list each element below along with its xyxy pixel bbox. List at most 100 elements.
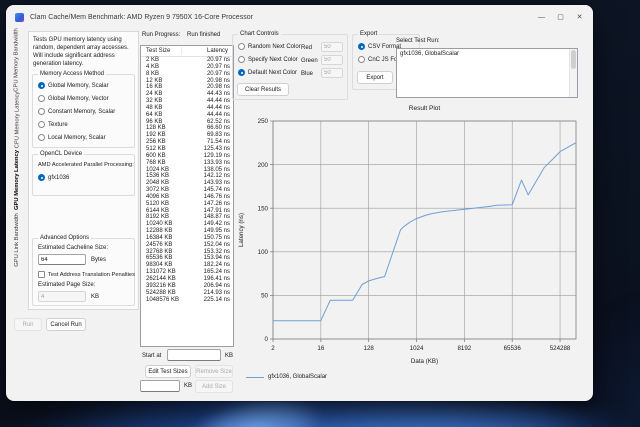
cell-test-size: 4 KB <box>146 63 160 70</box>
table-row[interactable]: 98304 KB 182.24 ns <box>141 262 233 269</box>
table-row[interactable]: 96 KB 62.52 ns <box>141 119 233 126</box>
table-row[interactable]: 3072 KB 145.74 ns <box>141 187 233 194</box>
tab-cpu-memory-bandwidth[interactable]: CPU Memory Bandwidth <box>8 28 26 91</box>
minimize-button[interactable]: — <box>532 5 551 29</box>
cell-latency: 44.44 ns <box>206 111 230 118</box>
x-tick-label: 2 <box>271 345 275 352</box>
cacheline-size-label: Estimated Cacheline Size: <box>38 245 109 251</box>
table-row[interactable]: 24 KB 44.43 ns <box>141 91 233 98</box>
table-row[interactable]: 6144 KB 147.91 ns <box>141 208 233 215</box>
cell-latency: 125.43 ns <box>203 145 230 152</box>
red-input <box>321 42 343 52</box>
col-test-size[interactable]: Test Size <box>146 48 170 54</box>
close-button[interactable]: ✕ <box>570 5 589 29</box>
cell-latency: 152.04 ns <box>203 241 230 248</box>
table-row[interactable]: 10240 KB 149.42 ns <box>141 221 233 228</box>
cell-test-size: 2048 KB <box>146 180 170 187</box>
cell-latency: 62.52 ns <box>206 118 230 125</box>
translation-penalties-checkbox[interactable]: Test Address Translation Penalties <box>38 271 135 278</box>
cell-test-size: 128 KB <box>146 125 166 132</box>
table-row[interactable]: 262144 KB 196.41 ns <box>141 276 233 283</box>
clear-results-button[interactable]: Clear Results <box>237 83 289 96</box>
scrollbar-thumb[interactable] <box>571 50 576 70</box>
y-tick-label: 50 <box>261 293 268 300</box>
tab-cpu-memory-latency[interactable]: CPU Memory Latency <box>8 90 26 150</box>
radio-constant-memory-scalar[interactable]: Constant Memory, Scalar <box>38 108 115 115</box>
tab-label: GPU Link Bandwidth <box>14 213 20 267</box>
x-tick-label: 1024 <box>410 345 424 352</box>
cell-test-size: 16384 KB <box>146 234 173 241</box>
tab-gpu-memory-latency[interactable]: GPU Memory Latency <box>8 150 26 210</box>
cacheline-size-input[interactable] <box>38 254 86 265</box>
test-run-listbox[interactable]: gfx1036, GlobalScalar <box>396 48 578 98</box>
table-row[interactable]: 768 KB 133.93 ns <box>141 160 233 167</box>
table-row[interactable]: 2 KB 20.97 ns <box>141 57 233 64</box>
radio-global-memory-vector[interactable]: Global Memory, Vector <box>38 95 109 102</box>
table-row[interactable]: 5120 KB 147.26 ns <box>141 201 233 208</box>
table-row[interactable]: 4 KB 20.97 ns <box>141 64 233 71</box>
run-button[interactable]: Run <box>14 318 42 331</box>
table-row[interactable]: 192 KB 69.83 ns <box>141 132 233 139</box>
start-at-input[interactable] <box>167 349 221 361</box>
table-row[interactable]: 1024 KB 138.05 ns <box>141 167 233 174</box>
table-row[interactable]: 32 KB 44.44 ns <box>141 98 233 105</box>
table-row[interactable]: 512 KB 125.43 ns <box>141 146 233 153</box>
cancel-run-button[interactable]: Cancel Run <box>46 318 86 331</box>
radio-gfx1036[interactable]: gfx1036 <box>38 174 69 181</box>
plot-border <box>272 120 577 340</box>
radio-local-memory-scalar[interactable]: Local Memory, Scalar <box>38 134 106 141</box>
table-row[interactable]: 131072 KB 165.24 ns <box>141 269 233 276</box>
table-row[interactable]: 24576 KB 152.04 ns <box>141 242 233 249</box>
table-row[interactable]: 1048576 KB 225.14 ns <box>141 297 233 304</box>
table-row[interactable]: 8192 KB 148.87 ns <box>141 214 233 221</box>
table-row[interactable]: 256 KB 71.54 ns <box>141 139 233 146</box>
table-row[interactable]: 64 KB 44.44 ns <box>141 112 233 119</box>
cell-latency: 142.12 ns <box>203 173 230 180</box>
table-row[interactable]: 128 KB 66.60 ns <box>141 125 233 132</box>
cell-test-size: 131072 KB <box>146 269 176 276</box>
table-row[interactable]: 8 KB 20.97 ns <box>141 71 233 78</box>
radio-default-next-color[interactable]: Default Next Color <box>238 69 297 76</box>
radio-icon <box>238 43 245 50</box>
cell-latency: 133.93 ns <box>203 159 230 166</box>
cell-test-size: 65536 KB <box>146 255 173 262</box>
table-row[interactable]: 393216 KB 206.94 ns <box>141 283 233 290</box>
table-row[interactable]: 4096 KB 146.76 ns <box>141 194 233 201</box>
col-latency[interactable]: Latency <box>207 48 228 54</box>
cacheline-unit-label: Bytes <box>91 257 107 263</box>
remove-size-button[interactable]: Remove Size <box>195 365 233 378</box>
radio-texture[interactable]: Texture <box>38 121 68 128</box>
radio-random-next-color[interactable]: Random Next Color <box>238 43 301 50</box>
cell-test-size: 1024 KB <box>146 166 170 173</box>
table-row[interactable]: 2048 KB 143.93 ns <box>141 180 233 187</box>
tab-gpu-link-bandwidth[interactable]: GPU Link Bandwidth <box>8 210 26 270</box>
y-tick-label: 150 <box>258 205 269 212</box>
add-size-button[interactable]: Add Size <box>195 380 233 393</box>
table-row[interactable]: 1536 KB 142.12 ns <box>141 173 233 180</box>
column-divider[interactable] <box>181 47 182 55</box>
table-row[interactable]: 48 KB 44.44 ns <box>141 105 233 112</box>
table-header[interactable]: Test Size Latency <box>141 46 233 57</box>
cell-latency: 145.74 ns <box>203 187 230 194</box>
cell-latency: 69.83 ns <box>206 132 230 139</box>
add-size-input[interactable] <box>140 380 180 392</box>
table-row[interactable]: 12288 KB 149.95 ns <box>141 228 233 235</box>
title-bar[interactable]: Clam Cache/Mem Benchmark: AMD Ryzen 9 79… <box>6 5 593 29</box>
table-row[interactable]: 65536 KB 153.94 ns <box>141 255 233 262</box>
test-run-item[interactable]: gfx1036, GlobalScalar <box>397 49 577 59</box>
table-row[interactable]: 12 KB 20.98 ns <box>141 78 233 85</box>
export-button[interactable]: Export <box>357 71 393 84</box>
table-row[interactable]: 16 KB 20.98 ns <box>141 84 233 91</box>
cell-test-size: 6144 KB <box>146 207 170 214</box>
table-row[interactable]: 600 KB 129.19 ns <box>141 153 233 160</box>
edit-test-sizes-button[interactable]: Edit Test Sizes <box>145 365 191 378</box>
listbox-scrollbar[interactable] <box>569 49 577 97</box>
radio-global-memory-scalar[interactable]: Global Memory, Scalar <box>38 82 109 89</box>
cell-test-size: 2 KB <box>146 57 160 63</box>
table-row[interactable]: 16384 KB 150.75 ns <box>141 235 233 242</box>
radio-specify-next-color[interactable]: Specify Next Color <box>238 56 298 63</box>
table-row[interactable]: 524288 KB 214.93 ns <box>141 290 233 297</box>
table-row[interactable]: 32768 KB 153.32 ns <box>141 249 233 256</box>
radio-csv-format[interactable]: CSV Format <box>358 43 401 50</box>
maximize-button[interactable]: ▢ <box>551 5 570 29</box>
